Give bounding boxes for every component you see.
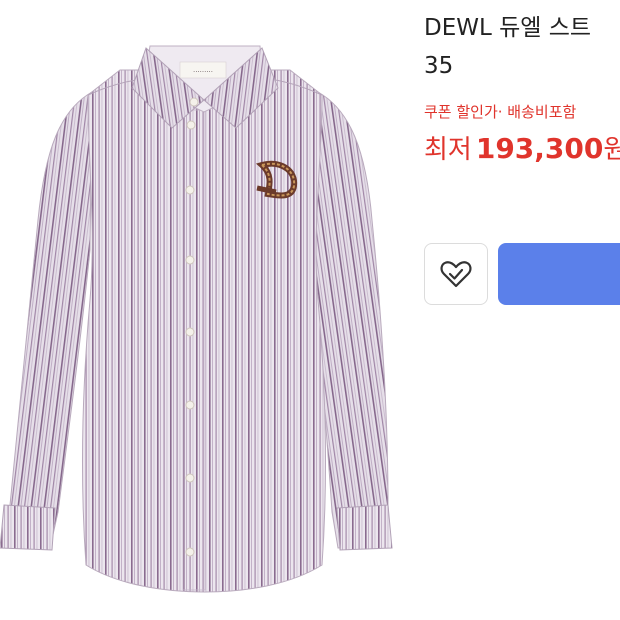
- product-title[interactable]: DEWL 듀엘 스트: [424, 14, 591, 42]
- heart-check-icon: [440, 261, 472, 288]
- product-info-panel: DEWL 듀엘 스트 35 쿠폰 할인가· 배송비포함 최저 193,300원: [413, 0, 620, 620]
- price-value: 193,300: [475, 132, 604, 165]
- lowest-price: 최저 193,300원: [424, 131, 620, 171]
- price-unit: 원: [603, 135, 620, 165]
- product-image[interactable]: ·········: [0, 0, 413, 620]
- striped-shirt-illustration: ·········: [0, 45, 393, 593]
- wishlist-button[interactable]: [424, 243, 488, 305]
- buy-button[interactable]: [498, 243, 620, 305]
- price-prefix: 최저: [424, 135, 472, 165]
- svg-text:·········: ·········: [193, 68, 213, 76]
- product-title-continued[interactable]: 35: [424, 52, 453, 80]
- coupon-price-note: 쿠폰 할인가· 배송비포함: [424, 103, 577, 121]
